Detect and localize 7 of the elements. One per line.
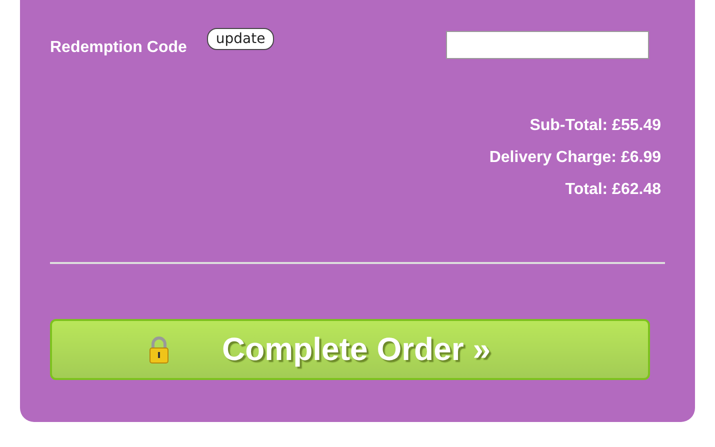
total-line: Delivery Charge: £6.99 (489, 148, 661, 168)
redemption-code-field[interactable] (446, 30, 649, 58)
redemption-code-label: Redemption Code (50, 38, 187, 56)
total-line: Sub-Total: £55.49 (530, 116, 661, 136)
total-line: Total: £62.48 (565, 180, 661, 200)
update-button[interactable]: update (206, 28, 274, 50)
padlock-icon (148, 336, 170, 364)
